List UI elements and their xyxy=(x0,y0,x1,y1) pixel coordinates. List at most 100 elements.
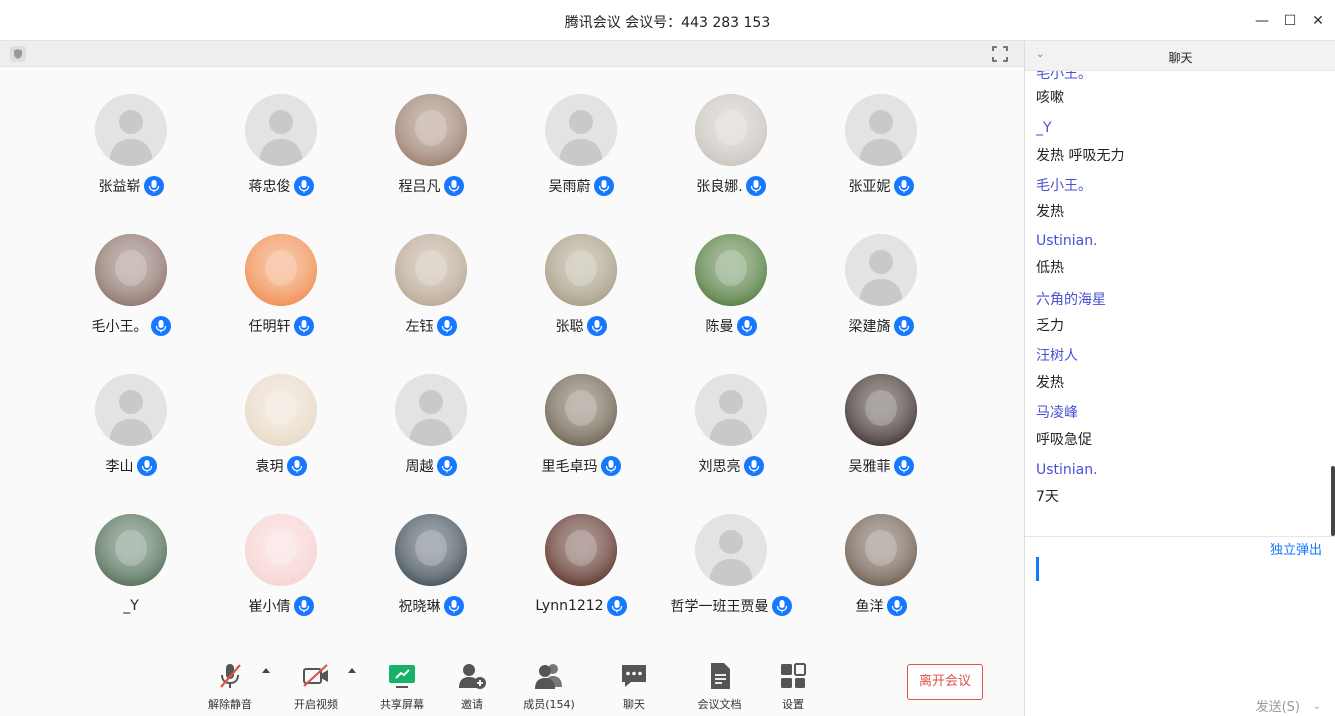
participant-tile[interactable]: 蒋忠俊 xyxy=(206,94,356,214)
meeting-docs-label: 会议文档 xyxy=(697,698,742,711)
chat-message-text: 发热 xyxy=(1036,204,1064,220)
avatar xyxy=(545,514,617,586)
participant-tile[interactable]: 张亚妮 xyxy=(806,94,956,214)
document-icon xyxy=(710,663,730,689)
participant-name: 祝晓琳 xyxy=(398,598,441,615)
participant-tile[interactable]: 周越 xyxy=(356,374,506,494)
participant-name: 张益崭 xyxy=(98,178,141,195)
mic-icon xyxy=(743,455,764,476)
chat-messages[interactable]: 毛小王。 咳嗽 _Y 发热 呼吸无力 毛小王。 发热 Ustinian. 低热 六角的海星 乏力汪… xyxy=(1025,71,1335,537)
participant-tile[interactable]: 张聪 xyxy=(506,234,656,354)
participant-name-row: 里毛卓玛 xyxy=(506,455,656,477)
participant-tile[interactable]: 鱼洋 xyxy=(806,514,956,634)
avatar xyxy=(395,374,467,446)
participant-tile[interactable]: 李山 xyxy=(56,374,206,494)
chat-scrollbar[interactable] xyxy=(1331,466,1335,536)
chat-sender[interactable]: Ustinian. xyxy=(1036,233,1098,249)
close-button[interactable]: ✕ xyxy=(1308,11,1328,31)
participant-tile[interactable]: 左钰 xyxy=(356,234,506,354)
avatar xyxy=(245,514,317,586)
popout-link[interactable]: 独立弹出 xyxy=(1270,539,1322,558)
participant-tile[interactable]: _Y xyxy=(56,514,206,634)
chat-message-text: 乏力 xyxy=(1036,318,1064,334)
participant-name-row: 鱼洋 xyxy=(806,595,956,617)
participant-tile[interactable]: 张良娜. xyxy=(656,94,806,214)
participant-tile[interactable]: 梁建旖 xyxy=(806,234,956,354)
chat-sender[interactable]: 毛小王。 xyxy=(1036,71,1092,83)
participant-name-row: 李山 xyxy=(56,455,206,477)
video-options-caret[interactable] xyxy=(348,668,356,673)
chat-sender[interactable]: 汪树人 xyxy=(1036,345,1078,365)
participant-name-row: 左钰 xyxy=(356,315,506,337)
mic-icon xyxy=(893,315,914,336)
avatar xyxy=(95,234,167,306)
participant-tile[interactable]: 陈曼 xyxy=(656,234,806,354)
chat-message-text: 发热 呼吸无力 xyxy=(1036,148,1125,164)
chat-message-text: 低热 xyxy=(1036,260,1064,276)
leave-meeting-button[interactable]: 离开会议 xyxy=(907,664,983,700)
participant-name-row: 毛小王。 xyxy=(56,315,206,337)
share-screen-button[interactable]: 共享屏幕 xyxy=(377,661,427,713)
participant-name-row: 祝晓琳 xyxy=(356,595,506,617)
settings-button[interactable]: 设置 xyxy=(773,661,813,713)
participant-tile[interactable]: 吴雅菲 xyxy=(806,374,956,494)
participant-name: 蒋忠俊 xyxy=(248,178,291,195)
members-label: 成员(154) xyxy=(523,698,575,711)
participant-name-row: 张亚妮 xyxy=(806,175,956,197)
participant-tile[interactable]: 刘思亮 xyxy=(656,374,806,494)
chat-sender[interactable]: _Y xyxy=(1036,120,1052,136)
participant-tile[interactable]: 哲学一班王贾曼 xyxy=(656,514,806,634)
start-video-button[interactable]: 开启视频 xyxy=(291,661,341,713)
chat-input-cursor[interactable] xyxy=(1036,557,1039,581)
avatar xyxy=(695,94,767,166)
participant-tile[interactable]: 毛小王。 xyxy=(56,234,206,354)
avatar xyxy=(695,514,767,586)
maximize-button[interactable]: ☐ xyxy=(1280,11,1300,31)
participant-tile[interactable]: 里毛卓玛 xyxy=(506,374,656,494)
invite-label: 邀请 xyxy=(461,698,483,711)
participant-name: 左钰 xyxy=(405,318,434,335)
mic-icon xyxy=(443,175,464,196)
participant-tile[interactable]: 崔小倩 xyxy=(206,514,356,634)
participant-tile[interactable]: 张益崭 xyxy=(56,94,206,214)
avatar xyxy=(395,514,467,586)
mic-icon xyxy=(745,175,766,196)
meeting-docs-button[interactable]: 会议文档 xyxy=(692,661,747,713)
participant-name-row: 张良娜. xyxy=(656,175,806,197)
mic-icon xyxy=(606,595,627,616)
avatar xyxy=(845,234,917,306)
participant-name-row: 刘思亮 xyxy=(656,455,806,477)
unmute-button[interactable]: 解除静音 xyxy=(205,661,255,713)
send-button[interactable]: 发送(S) xyxy=(1256,696,1300,715)
participant-tile[interactable]: 任明轩 xyxy=(206,234,356,354)
chat-sender[interactable]: 马凌峰 xyxy=(1036,402,1078,422)
participant-name-row: 陈曼 xyxy=(656,315,806,337)
chat-sender[interactable]: 毛小王。 xyxy=(1036,175,1092,195)
mic-icon xyxy=(293,315,314,336)
avatar xyxy=(245,94,317,166)
send-options-chevron-icon[interactable]: ⌄ xyxy=(1313,701,1321,712)
minimize-button[interactable]: — xyxy=(1252,11,1272,31)
participant-tile[interactable]: Lynn1212 xyxy=(506,514,656,634)
chat-sender[interactable]: 六角的海星 xyxy=(1036,289,1106,309)
participant-tile[interactable]: 祝晓琳 xyxy=(356,514,506,634)
participant-tile[interactable]: 吴雨蔚 xyxy=(506,94,656,214)
participant-tile[interactable]: 袁玥 xyxy=(206,374,356,494)
members-button[interactable]: 成员(154) xyxy=(519,661,579,713)
chat-sender[interactable]: Ustinian. xyxy=(1036,462,1098,478)
avatar xyxy=(95,514,167,586)
participant-name-row: 张聪 xyxy=(506,315,656,337)
invite-button[interactable]: 邀请 xyxy=(452,661,492,713)
participant-name: Lynn1212 xyxy=(535,597,604,614)
participant-tile[interactable]: 程吕凡 xyxy=(356,94,506,214)
chat-button[interactable]: 聊天 xyxy=(614,661,654,713)
audio-options-caret[interactable] xyxy=(262,668,270,673)
participant-name-row: 周越 xyxy=(356,455,506,477)
participant-name: 张亚妮 xyxy=(848,178,891,195)
avatar xyxy=(695,374,767,446)
mic-muted-icon xyxy=(220,664,241,688)
participant-name: 任明轩 xyxy=(248,318,291,335)
participant-name-row: 袁玥 xyxy=(206,455,356,477)
chat-message-text: 呼吸急促 xyxy=(1036,432,1092,448)
chat-panel: ⌄ 聊天 毛小王。 咳嗽 _Y 发热 呼吸无力 毛小王。 发热 Ustinian. 低热 六角的… xyxy=(1024,41,1335,716)
